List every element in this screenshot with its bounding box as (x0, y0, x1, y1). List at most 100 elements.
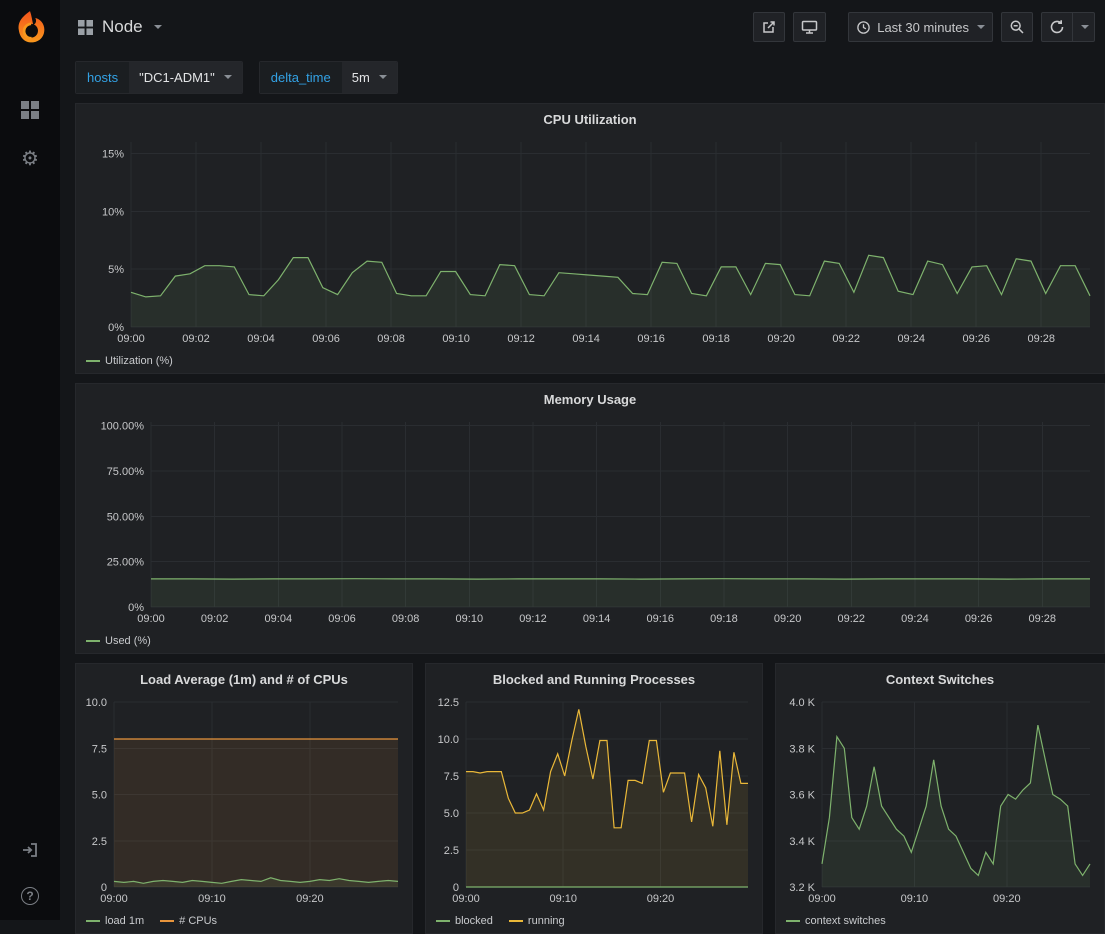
zoom-out-button[interactable] (1001, 12, 1033, 42)
svg-text:09:18: 09:18 (702, 333, 730, 345)
svg-text:3.4 K: 3.4 K (789, 836, 815, 848)
svg-text:75.00%: 75.00% (107, 466, 145, 478)
svg-text:0%: 0% (128, 602, 144, 614)
load-average-chart[interactable]: 09:0009:1009:2002.55.07.510.0 (76, 694, 412, 909)
svg-text:3.8 K: 3.8 K (789, 743, 815, 755)
svg-text:09:20: 09:20 (296, 893, 324, 905)
svg-text:09:12: 09:12 (519, 613, 547, 625)
legend-item[interactable]: load 1m (86, 915, 144, 927)
svg-text:2.5: 2.5 (92, 836, 107, 848)
svg-text:09:16: 09:16 (647, 613, 675, 625)
legend-item[interactable]: running (509, 915, 565, 927)
clock-icon (856, 20, 871, 35)
context-switches-chart[interactable]: 09:0009:1009:203.2 K3.4 K3.6 K3.8 K4.0 K (776, 694, 1104, 909)
svg-text:09:00: 09:00 (117, 333, 145, 345)
help-icon[interactable]: ? (18, 884, 42, 908)
legend-swatch (509, 920, 523, 922)
svg-text:7.5: 7.5 (444, 771, 459, 783)
legend-label: context switches (805, 915, 886, 927)
svg-text:09:10: 09:10 (901, 893, 929, 905)
caret-down-icon (154, 25, 162, 29)
dashboard-grid-icon (78, 20, 93, 35)
svg-text:09:10: 09:10 (198, 893, 226, 905)
refresh-interval-dropdown[interactable] (1073, 12, 1095, 42)
page-title: Node (102, 17, 143, 37)
refresh-button[interactable] (1041, 12, 1073, 42)
svg-text:3.6 K: 3.6 K (789, 790, 815, 802)
panel-context-switches: Context Switches 09:0009:1009:203.2 K3.4… (775, 663, 1105, 934)
panel-legend: context switches (776, 909, 1104, 933)
svg-text:09:08: 09:08 (392, 613, 420, 625)
variable-delta-time-label: delta_time (260, 62, 342, 93)
dashboard-title-button[interactable]: Node (78, 17, 162, 37)
share-icon (761, 19, 777, 35)
blocked-running-chart[interactable]: 09:0009:1009:2002.55.07.510.012.5 (426, 694, 762, 909)
legend-item[interactable]: blocked (436, 915, 493, 927)
panel-load-average: Load Average (1m) and # of CPUs 09:00 09:… (75, 663, 413, 934)
panel-memory-usage: Memory Usage 09:0009:0209:0409:0609:0809… (75, 383, 1105, 654)
legend-item[interactable]: context switches (786, 915, 886, 927)
panel-title[interactable]: CPU Utilization (76, 104, 1104, 134)
panel-title[interactable]: Context Switches (776, 664, 1104, 694)
svg-text:09:26: 09:26 (962, 333, 990, 345)
svg-text:0%: 0% (108, 322, 124, 334)
svg-text:09:02: 09:02 (201, 613, 229, 625)
svg-text:09:06: 09:06 (312, 333, 340, 345)
svg-text:0: 0 (453, 882, 459, 894)
svg-text:50.00%: 50.00% (107, 511, 145, 523)
svg-text:15%: 15% (102, 149, 124, 161)
panel-title[interactable]: Memory Usage (76, 384, 1104, 414)
grafana-logo-icon[interactable] (11, 8, 49, 46)
svg-text:09:12: 09:12 (507, 333, 535, 345)
svg-text:09:28: 09:28 (1027, 333, 1055, 345)
svg-text:09:06: 09:06 (328, 613, 356, 625)
caret-down-icon (379, 75, 387, 79)
svg-text:09:08: 09:08 (377, 333, 405, 345)
svg-text:10.0: 10.0 (86, 697, 107, 709)
svg-text:09:04: 09:04 (265, 613, 293, 625)
panel-legend: Utilization (%) (76, 349, 1104, 373)
svg-text:5.0: 5.0 (92, 790, 107, 802)
legend-item[interactable]: Utilization (%) (86, 355, 173, 367)
variable-delta-time-value[interactable]: 5m (342, 62, 397, 93)
svg-text:10%: 10% (102, 206, 124, 218)
legend-label: load 1m (105, 915, 144, 927)
legend-item[interactable]: # CPUs (160, 915, 217, 927)
dashboards-icon[interactable] (18, 98, 42, 122)
settings-gear-icon[interactable]: ⚙ (18, 146, 42, 170)
navbar: Node Last 30 minutes (60, 0, 1105, 54)
help-question-glyph: ? (21, 887, 39, 905)
tv-mode-button[interactable] (793, 12, 826, 42)
svg-text:10.0: 10.0 (438, 734, 459, 746)
sign-in-icon[interactable] (18, 838, 42, 862)
caret-down-icon (1081, 25, 1089, 29)
legend-swatch (786, 920, 800, 922)
legend-label: # CPUs (179, 915, 217, 927)
legend-swatch (86, 640, 100, 642)
panel-legend: blocked running (426, 909, 762, 933)
panel-legend: Used (%) (76, 629, 1104, 653)
panel-title[interactable]: Blocked and Running Processes (426, 664, 762, 694)
share-button[interactable] (753, 12, 785, 42)
time-range-picker[interactable]: Last 30 minutes (848, 12, 993, 42)
memory-usage-chart[interactable]: 09:0009:0209:0409:0609:0809:1009:1209:14… (76, 414, 1104, 629)
variable-hosts[interactable]: hosts "DC1-ADM1" (75, 61, 243, 94)
svg-text:100.00%: 100.00% (101, 421, 145, 433)
svg-text:09:28: 09:28 (1028, 613, 1056, 625)
panel-title[interactable]: Load Average (1m) and # of CPUs (76, 664, 412, 694)
legend-item[interactable]: Used (%) (86, 635, 151, 647)
panel-blocked-running: Blocked and Running Processes 09:0009:10… (425, 663, 763, 934)
svg-text:09:16: 09:16 (637, 333, 665, 345)
svg-text:09:14: 09:14 (572, 333, 600, 345)
legend-swatch (86, 360, 100, 362)
svg-text:09:04: 09:04 (247, 333, 275, 345)
svg-text:09:02: 09:02 (182, 333, 210, 345)
cpu-utilization-chart[interactable]: 09:0009:0209:0409:0609:0809:1009:1209:14… (76, 134, 1104, 349)
refresh-icon (1049, 19, 1065, 35)
variable-delta-time[interactable]: delta_time 5m (259, 61, 398, 94)
variable-hosts-value[interactable]: "DC1-ADM1" (129, 62, 242, 93)
svg-text:3.2 K: 3.2 K (789, 882, 815, 894)
svg-text:09:20: 09:20 (767, 333, 795, 345)
caret-down-icon (977, 25, 985, 29)
svg-text:09:00: 09:00 (100, 893, 128, 905)
